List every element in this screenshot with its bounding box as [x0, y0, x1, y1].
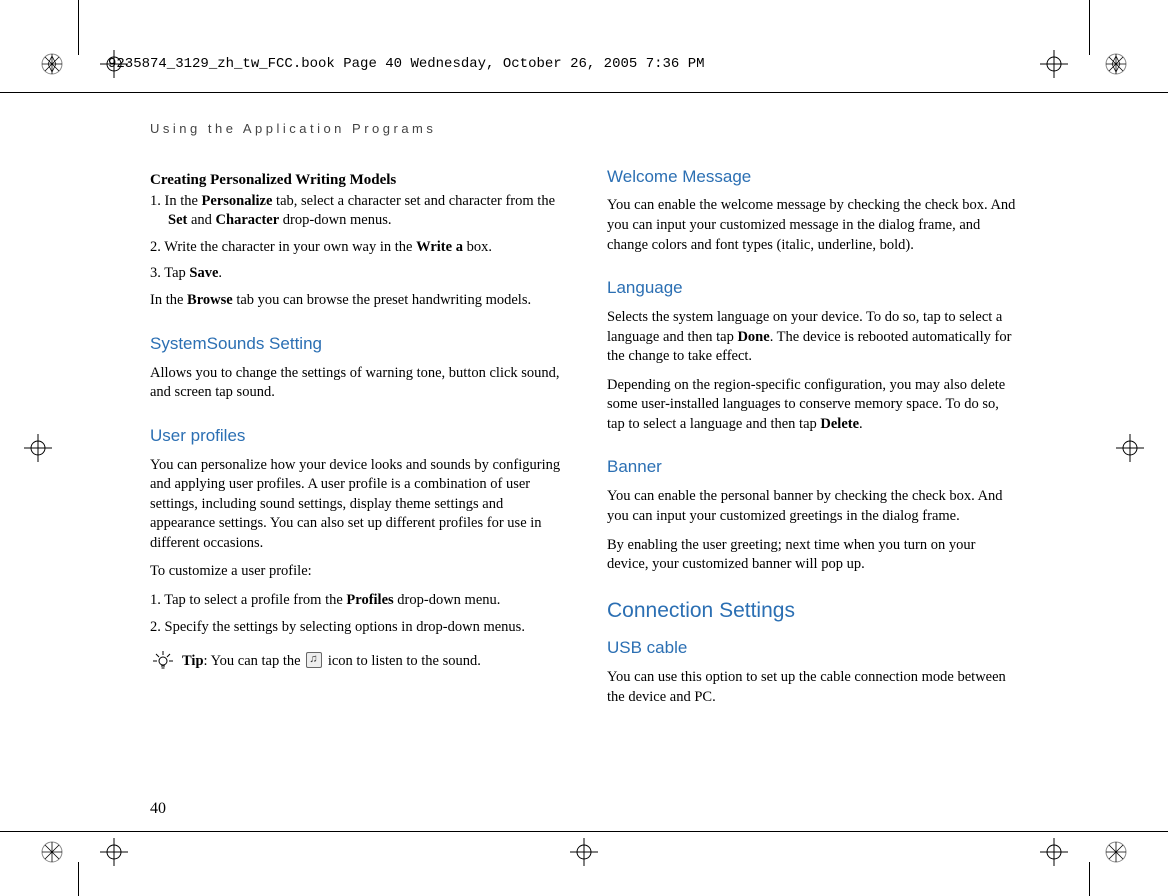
language-p1: Selects the system language on your devi… [607, 308, 1020, 367]
left-column: Creating Personalized Writing Models 1. … [150, 166, 563, 717]
heading-banner: Banner [607, 456, 1020, 479]
heading-usb-cable: USB cable [607, 637, 1020, 660]
profile-step-1: 1. Tap to select a profile from the Prof… [150, 591, 563, 611]
registration-mark-icon [1104, 840, 1128, 864]
registration-mark-icon [40, 840, 64, 864]
heading-writing-models: Creating Personalized Writing Models [150, 170, 563, 190]
crop-line [78, 862, 79, 896]
crop-line [78, 0, 79, 55]
lightbulb-tip-icon [150, 651, 176, 673]
step-3: 3. Tap Save. [150, 264, 563, 284]
step-2: 2. Write the character in your own way i… [150, 238, 563, 258]
framemaker-text: 9235874_3129_zh_tw_FCC.book Page 40 Wedn… [108, 56, 705, 72]
banner-p2: By enabling the user greeting; next time… [607, 536, 1020, 575]
language-p2: Depending on the region-specific configu… [607, 376, 1020, 435]
crosshair-icon [1040, 838, 1068, 866]
heading-systemsounds: SystemSounds Setting [150, 333, 563, 356]
heading-connection-settings: Connection Settings [607, 597, 1020, 625]
profiles-body: You can personalize how your device look… [150, 456, 563, 554]
browse-note: In the Browse tab you can browse the pre… [150, 291, 563, 311]
crosshair-icon [570, 838, 598, 866]
running-header: Using the Application Programs [150, 120, 1020, 138]
tip-row: Tip: You can tap the icon to listen to t… [150, 651, 563, 673]
crosshair-icon [1116, 434, 1144, 462]
heading-welcome: Welcome Message [607, 166, 1020, 189]
page-content: Using the Application Programs Creating … [150, 120, 1020, 716]
crop-line [0, 831, 1168, 832]
crosshair-icon [24, 434, 52, 462]
step-1: 1. In the Personalize tab, select a char… [150, 192, 563, 231]
profiles-intro: To customize a user profile: [150, 562, 563, 582]
profile-step-2: 2. Specify the settings by selecting opt… [150, 618, 563, 638]
welcome-body: You can enable the welcome message by ch… [607, 196, 1020, 255]
systemsounds-body: Allows you to change the settings of war… [150, 364, 563, 403]
usb-body: You can use this option to set up the ca… [607, 668, 1020, 707]
crosshair-icon [100, 838, 128, 866]
right-column: Welcome Message You can enable the welco… [607, 166, 1020, 717]
tip-text: Tip: You can tap the icon to listen to t… [182, 652, 481, 672]
crop-line [1089, 0, 1090, 55]
heading-user-profiles: User profiles [150, 425, 563, 448]
music-icon [306, 652, 322, 668]
banner-p1: You can enable the personal banner by ch… [607, 487, 1020, 526]
framemaker-info: 9235874_3129_zh_tw_FCC.book Page 40 Wedn… [50, 50, 1118, 78]
crop-line [0, 92, 1168, 93]
heading-language: Language [607, 277, 1020, 300]
crop-line [1089, 862, 1090, 896]
page-number: 40 [150, 800, 166, 818]
